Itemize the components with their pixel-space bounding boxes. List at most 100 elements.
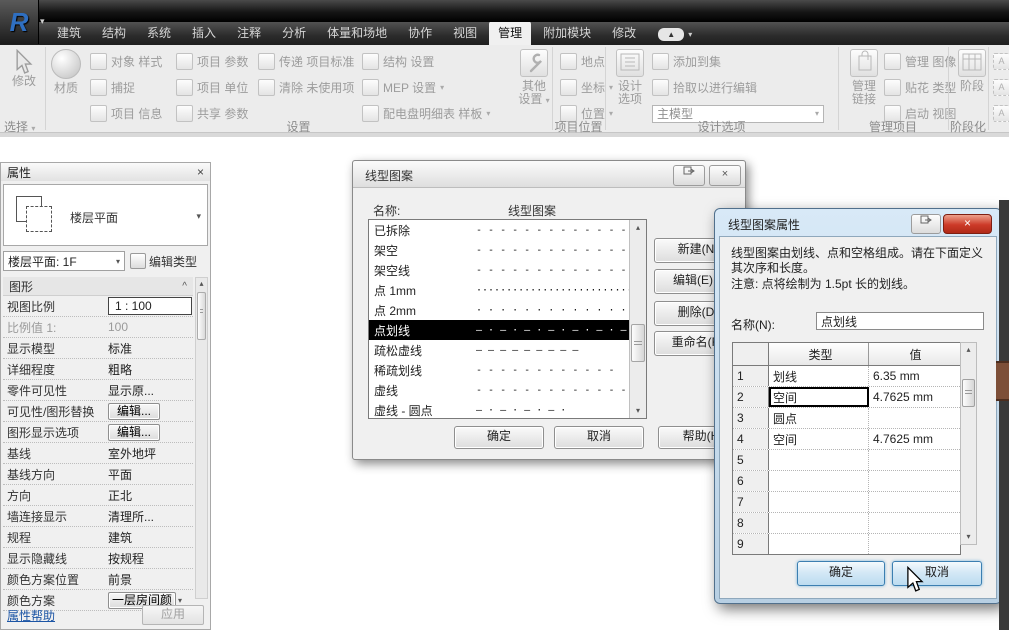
property-row-graphic-display[interactable]: 图形显示选项编辑... <box>3 422 193 443</box>
select-tool-button-2[interactable]: A <box>993 79 1009 96</box>
dialog-close-icon[interactable]: × <box>709 165 741 186</box>
tab-manage[interactable]: 管理 <box>489 21 531 45</box>
line-patterns-cancel-button[interactable]: 取消 <box>554 426 644 449</box>
property-row-vg-overrides[interactable]: 可见性/图形替换编辑... <box>3 401 193 422</box>
edit-type-button[interactable]: 编辑类型 <box>128 251 208 271</box>
select-tool-button-3[interactable]: A <box>993 105 1009 122</box>
manage-links-button[interactable]: 管理 链接 <box>842 49 886 106</box>
settings-panel-label[interactable]: 设置 <box>45 118 552 132</box>
table-scroll-up-icon[interactable]: ▴ <box>961 343 976 357</box>
list-item-dash-round-dot[interactable]: 虚线 - 圆点— · — · — · — · <box>369 400 646 419</box>
tab-systems[interactable]: 系统 <box>138 21 180 45</box>
tab-massing-site[interactable]: 体量和场地 <box>318 21 396 45</box>
phasing-panel-label[interactable]: 阶段化 <box>948 118 988 132</box>
view-scale-input[interactable]: 1 : 100 <box>108 297 192 315</box>
properties-scrollbar[interactable]: ▴ <box>195 277 208 599</box>
properties-help-link[interactable]: 属性帮助 <box>7 607 55 624</box>
list-item-overhead[interactable]: 架空- - - - - - - - - - - - - - - - - - - … <box>369 240 646 260</box>
color-scheme-dropdown-icon[interactable]: ▾ <box>178 596 182 605</box>
segment-row-8[interactable]: 8 <box>733 513 960 534</box>
ribbon-minimize-dropdown-icon[interactable]: ▾ <box>688 30 692 39</box>
segment-row-2[interactable]: 2空间4.7625 mm <box>733 387 960 408</box>
segment-row-1[interactable]: 1划线6.35 mm <box>733 366 960 387</box>
list-scroll-down-icon[interactable]: ▾ <box>630 403 646 418</box>
list-scroll-up-icon[interactable]: ▴ <box>630 220 646 235</box>
app-logo-button[interactable]: R <box>0 0 39 44</box>
transfer-project-standards-button[interactable]: 传递 项目标准 <box>258 53 354 70</box>
location-button[interactable]: 地点 <box>560 53 605 70</box>
graphics-section-header[interactable]: 图形 ^ <box>3 277 193 296</box>
app-menu-arrow-icon[interactable]: ▾ <box>40 16 45 27</box>
pattern-properties-help-icon[interactable] <box>911 214 941 234</box>
pattern-properties-ok-button[interactable]: 确定 <box>797 561 885 586</box>
additional-settings-button[interactable]: 其他 设置 ▾ <box>512 49 556 107</box>
segment-row-4[interactable]: 4空间4.7625 mm <box>733 429 960 450</box>
property-row-color-scheme-location[interactable]: 颜色方案位置前景 <box>3 569 193 590</box>
property-row-discipline[interactable]: 规程建筑 <box>3 527 193 548</box>
segment-row-3[interactable]: 3圆点 <box>733 408 960 429</box>
list-item-sparse-dash[interactable]: 稀疏划线- - - - - - - - - - - - <box>369 360 646 380</box>
project-units-button[interactable]: 项目 单位 <box>176 79 248 96</box>
list-item-dashed[interactable]: 虚线- - - - - - - - - - - - - - - - <box>369 380 646 400</box>
segment-row-7[interactable]: 7 <box>733 492 960 513</box>
list-scrollbar-thumb[interactable] <box>631 324 645 362</box>
properties-scroll-up-icon[interactable]: ▴ <box>196 278 207 290</box>
tab-modify[interactable]: 修改 <box>603 21 645 45</box>
property-row-wall-join-display[interactable]: 墙连接显示清理所... <box>3 506 193 527</box>
apply-button[interactable]: 应用 <box>142 605 204 625</box>
project-location-panel-label[interactable]: 项目位置 <box>552 118 605 132</box>
type-selector[interactable]: 楼层平面 ▾ <box>3 184 208 246</box>
tab-analyze[interactable]: 分析 <box>273 21 315 45</box>
tab-insert[interactable]: 插入 <box>183 21 225 45</box>
list-item-overhead-line[interactable]: 架空线- - - - - - - - - - - - - - - - - - -… <box>369 260 646 280</box>
properties-close-icon[interactable]: × <box>197 165 204 179</box>
modify-button[interactable]: 修改 <box>2 49 46 88</box>
design-options-panel-label[interactable]: 设计选项 <box>605 118 838 132</box>
add-to-set-button[interactable]: 添加到集 <box>652 53 721 70</box>
list-item-dot-1mm[interactable]: 点 1mm···································… <box>369 280 646 300</box>
property-row-underlay-orientation[interactable]: 基线方向平面 <box>3 464 193 485</box>
property-row-detail-level[interactable]: 详细程度粗略 <box>3 359 193 380</box>
property-row-orientation[interactable]: 方向正北 <box>3 485 193 506</box>
manage-project-panel-label[interactable]: 管理项目 <box>838 118 948 132</box>
tab-annotate[interactable]: 注释 <box>228 21 270 45</box>
select-panel-label[interactable]: 选择 ▾ <box>0 118 48 132</box>
list-scrollbar[interactable]: ▴ ▾ <box>629 220 646 418</box>
list-item-demolished[interactable]: 已拆除- - - - - - - - - - - - - - - - - - -… <box>369 220 646 240</box>
property-row-display-model[interactable]: 显示模型标准 <box>3 338 193 359</box>
table-scrollbar[interactable]: ▴ ▾ <box>960 342 977 545</box>
list-item-dot-2mm[interactable]: 点 2mm· · · · · · · · · · · · · · · · · ·… <box>369 300 646 320</box>
pick-to-edit-button[interactable]: 拾取以进行编辑 <box>652 79 757 96</box>
table-scroll-down-icon[interactable]: ▾ <box>961 530 976 544</box>
graphic-display-edit-button[interactable]: 编辑... <box>108 424 160 441</box>
properties-scrollbar-thumb[interactable] <box>197 292 206 340</box>
instance-select[interactable]: 楼层平面: 1F▾ <box>3 251 125 271</box>
segment-row-6[interactable]: 6 <box>733 471 960 492</box>
select-by-id-button[interactable]: A <box>993 53 1009 70</box>
tab-architecture[interactable]: 建筑 <box>48 21 90 45</box>
tab-collaborate[interactable]: 协作 <box>399 21 441 45</box>
property-row-view-scale[interactable]: 视图比例1 : 100 <box>3 296 193 317</box>
materials-button[interactable]: 材质 <box>44 49 88 95</box>
list-item-dash-dot-selected[interactable]: 点划线— · — · — · — · — · — · — · <box>369 320 646 340</box>
structural-settings-button[interactable]: 结构 设置 <box>362 53 434 70</box>
type-selector-dropdown-icon[interactable]: ▾ <box>196 211 201 222</box>
purge-unused-button[interactable]: 清除 未使用项 <box>258 79 354 96</box>
tab-view[interactable]: 视图 <box>444 21 486 45</box>
table-scrollbar-thumb[interactable] <box>962 379 975 407</box>
tab-addins[interactable]: 附加模块 <box>534 21 600 45</box>
property-row-show-hidden-lines[interactable]: 显示隐藏线按规程 <box>3 548 193 569</box>
line-patterns-ok-button[interactable]: 确定 <box>454 426 544 449</box>
list-item-loose-dash[interactable]: 疏松虚线– – – – – – – – – <box>369 340 646 360</box>
tab-structure[interactable]: 结构 <box>93 21 135 45</box>
collapse-section-icon[interactable]: ^ <box>182 281 187 292</box>
snaps-button[interactable]: 捕捉 <box>90 79 135 96</box>
property-row-parts-visibility[interactable]: 零件可见性显示原... <box>3 380 193 401</box>
property-row-underlay[interactable]: 基线室外地坪 <box>3 443 193 464</box>
pattern-properties-close-icon[interactable]: × <box>943 214 992 234</box>
mep-settings-button[interactable]: MEP 设置 ▾ <box>362 79 444 96</box>
segment-row-5[interactable]: 5 <box>733 450 960 471</box>
ribbon-minimize-icon[interactable]: ▲ <box>658 28 684 41</box>
vg-edit-button[interactable]: 编辑... <box>108 403 160 420</box>
manage-images-button[interactable]: 管理 图像 <box>884 53 956 70</box>
